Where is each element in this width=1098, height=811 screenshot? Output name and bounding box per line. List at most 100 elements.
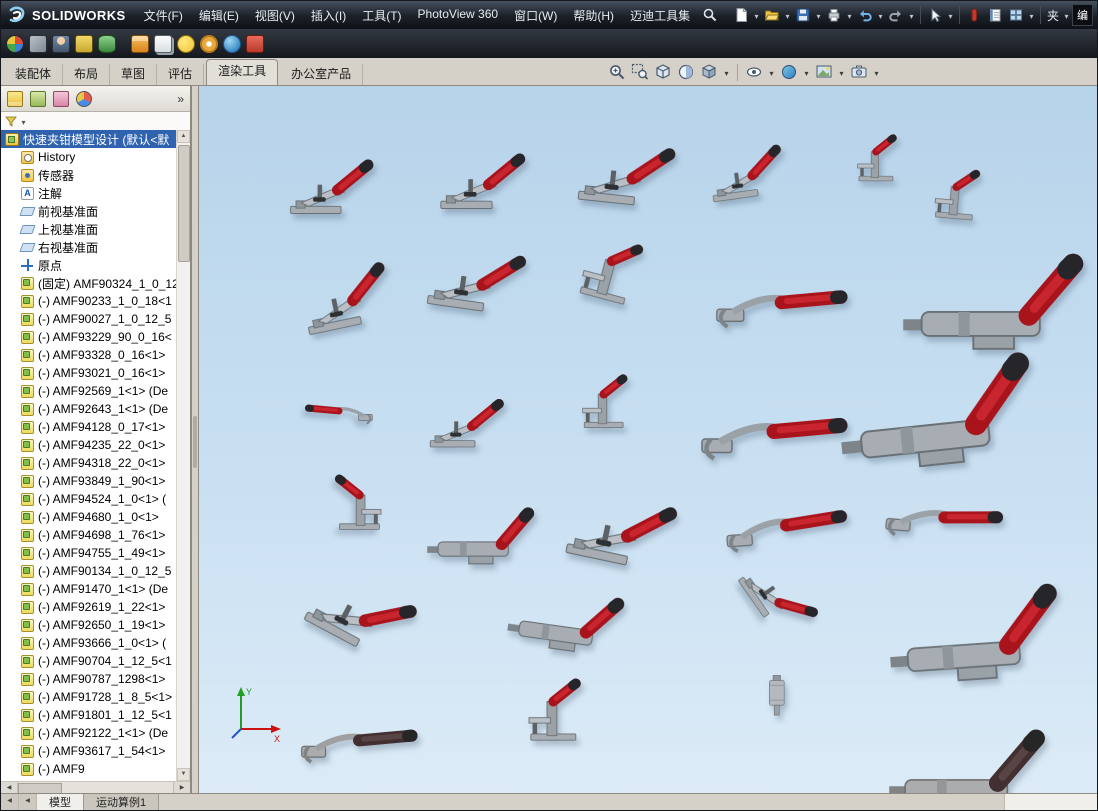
undo-caret-icon[interactable]: [876, 6, 885, 24]
select-button[interactable]: [925, 5, 945, 25]
command-tab[interactable]: 草图: [110, 64, 157, 85]
tree-item[interactable]: 注解: [1, 184, 177, 202]
redo-button[interactable]: [886, 5, 906, 25]
tree-item[interactable]: (-) AMF92643_1<1> (De: [1, 400, 177, 418]
command-tab[interactable]: 装配体: [4, 64, 63, 85]
menu-item[interactable]: 工具(T): [354, 0, 409, 31]
clamp-model[interactable]: [293, 255, 400, 341]
zoom-to-fit-button[interactable]: [607, 62, 627, 82]
user-key-icon[interactable]: [75, 35, 93, 53]
view-settings-caret-icon[interactable]: [872, 63, 881, 81]
tree-item[interactable]: (-) AMF92122_1<1> (De: [1, 724, 177, 742]
view-settings-button[interactable]: [849, 62, 869, 82]
clamp-model[interactable]: [885, 568, 1068, 706]
clamp-model[interactable]: [699, 382, 849, 490]
panel-splitter[interactable]: [191, 86, 199, 795]
hide-show-caret-icon[interactable]: [767, 63, 776, 81]
tree-item[interactable]: (-) AMF94524_1_0<1> (: [1, 490, 177, 508]
menu-item[interactable]: 视图(V): [247, 0, 303, 31]
notebook-button[interactable]: [985, 5, 1005, 25]
tree-item[interactable]: (-) AMF93328_0_16<1>: [1, 346, 177, 364]
view-orientation-button[interactable]: [653, 62, 673, 82]
clamp-tools-caret-icon[interactable]: [1062, 6, 1071, 24]
command-tab[interactable]: 办公室产品: [280, 64, 363, 85]
menu-item[interactable]: 文件(F): [136, 0, 191, 31]
clamp-model[interactable]: [567, 374, 645, 430]
section-view-button[interactable]: [676, 62, 696, 82]
tree-item[interactable]: (-) AMF90233_1_0_18<1: [1, 292, 177, 310]
statusbar-tab[interactable]: 运动算例1: [84, 794, 159, 810]
tree-item[interactable]: (-) AMF93021_0_16<1>: [1, 364, 177, 382]
tree-item[interactable]: (-) AMF91801_1_12_5<1: [1, 706, 177, 724]
tab-scroll-first-icon[interactable]: [1, 794, 19, 810]
tree-item[interactable]: (-) AMF90027_1_0_12_5: [1, 310, 177, 328]
featuremanager-tab-icon[interactable]: [7, 91, 23, 107]
scroll-thumb[interactable]: [178, 145, 190, 262]
clamp-model[interactable]: [560, 480, 684, 580]
menu-item[interactable]: 迈迪工具集: [622, 0, 698, 31]
tree-item[interactable]: (-) AMF93229_90_0_16<: [1, 328, 177, 346]
clamp-model[interactable]: [560, 227, 664, 313]
display-style-caret-icon[interactable]: [722, 63, 731, 81]
color-sphere-icon[interactable]: [6, 35, 24, 53]
clamp-model[interactable]: [437, 148, 529, 214]
tree-item[interactable]: (-) AMF94755_1_49<1>: [1, 544, 177, 562]
menu-item[interactable]: PhotoView 360: [410, 0, 507, 31]
print-button[interactable]: [824, 5, 844, 25]
clamp-model[interactable]: [703, 139, 790, 208]
clamp-model[interactable]: [427, 394, 507, 452]
tree-item[interactable]: 右视基准面: [1, 238, 177, 256]
database-icon[interactable]: [98, 35, 116, 53]
tree-filter[interactable]: [1, 112, 190, 131]
clamp-model[interactable]: [304, 388, 374, 438]
new-document-caret-icon[interactable]: [752, 6, 761, 24]
command-tab[interactable]: 布局: [63, 64, 110, 85]
open-button[interactable]: [762, 5, 782, 25]
display-style-button[interactable]: [699, 62, 719, 82]
command-tab[interactable]: 渲染工具: [206, 59, 278, 85]
command-tab[interactable]: 评估: [157, 64, 204, 85]
tree-root-item[interactable]: 快速夹钳模型设计 (默认<默: [1, 130, 177, 148]
menu-item[interactable]: 编辑(E): [191, 0, 247, 31]
tree-item[interactable]: (-) AMF94318_22_0<1>: [1, 454, 177, 472]
open-caret-icon[interactable]: [783, 6, 792, 24]
statusbar-tab[interactable]: 模型: [37, 794, 84, 810]
save-button[interactable]: [793, 5, 813, 25]
viewport[interactable]: Y X: [199, 86, 1097, 795]
tree-item[interactable]: (-) AMF93666_1_0<1> (: [1, 634, 177, 652]
menu-item[interactable]: 窗口(W): [506, 0, 565, 31]
tree-item[interactable]: (-) AMF9: [1, 760, 177, 778]
select-caret-icon[interactable]: [946, 6, 955, 24]
user-icon[interactable]: [52, 35, 70, 53]
tree-item[interactable]: (-) AMF91728_1_8_5<1>: [1, 688, 177, 706]
panel-more-chevron[interactable]: »: [177, 92, 184, 106]
layout-grid-button[interactable]: [1006, 5, 1026, 25]
clamp-model[interactable]: [299, 701, 419, 787]
orange-window-icon[interactable]: [131, 35, 149, 53]
tree-item[interactable]: (-) AMF94128_0_17<1>: [1, 418, 177, 436]
apply-scene-caret-icon[interactable]: [837, 63, 846, 81]
clamp-model[interactable]: [714, 258, 849, 355]
clamp-model[interactable]: [287, 154, 377, 219]
tree-item[interactable]: (-) AMF94698_1_76<1>: [1, 526, 177, 544]
hide-show-items-button[interactable]: [744, 62, 764, 82]
tab-scroll-left-icon[interactable]: [19, 794, 37, 810]
tree-item[interactable]: 原点: [1, 256, 177, 274]
scroll-up-icon[interactable]: [177, 130, 190, 143]
save-caret-icon[interactable]: [814, 6, 823, 24]
new-document-button[interactable]: [731, 5, 751, 25]
tree-item[interactable]: (-) AMF93617_1_54<1>: [1, 742, 177, 760]
clamp-model[interactable]: [427, 498, 537, 577]
clock-icon[interactable]: [200, 35, 218, 53]
layout-grid-caret-icon[interactable]: [1027, 6, 1036, 24]
apply-scene-button[interactable]: [814, 62, 834, 82]
tree-item[interactable]: 前视基准面: [1, 202, 177, 220]
clamp-model[interactable]: [747, 674, 809, 719]
tree-item[interactable]: 传感器: [1, 166, 177, 184]
clamp-model[interactable]: [844, 134, 912, 183]
clamp-model[interactable]: [504, 573, 629, 671]
scroll-down-icon[interactable]: [177, 768, 190, 781]
tree-item[interactable]: (-) AMF93849_1_90<1>: [1, 472, 177, 490]
tree-item[interactable]: (-) AMF91470_1<1> (De: [1, 580, 177, 598]
tree-item[interactable]: History: [1, 148, 177, 166]
